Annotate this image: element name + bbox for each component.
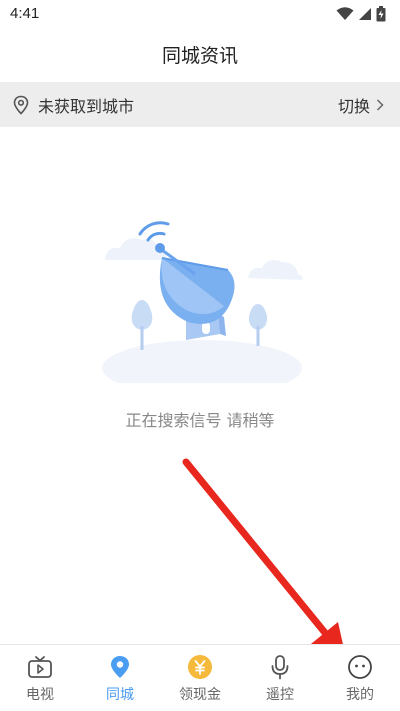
tree-left: [131, 300, 153, 350]
tab-tv[interactable]: 电视: [0, 645, 80, 711]
tab-local[interactable]: 同城: [80, 645, 160, 711]
tree-right: [248, 304, 268, 346]
signal-arc-1: [146, 231, 166, 242]
tab-earn-cash-label: 领现金: [179, 687, 221, 703]
status-bar: 4:41: [0, 0, 400, 28]
switch-city-button[interactable]: 切换: [338, 93, 370, 117]
location-pin-icon: [107, 654, 133, 680]
chevron-right-icon[interactable]: [376, 98, 384, 111]
signal-icon: [359, 8, 371, 20]
tv-icon: [27, 654, 53, 680]
status-icons: [336, 5, 386, 23]
tab-tv-label: 电视: [26, 687, 54, 703]
yen-coin-icon: [187, 654, 213, 680]
page-title: 同城资讯: [161, 44, 238, 67]
wifi-icon: [336, 7, 354, 20]
location-status: 未获取到城市: [38, 96, 135, 116]
location-pin-icon: [13, 95, 29, 115]
tab-mine[interactable]: 我的: [320, 645, 400, 711]
tab-remote[interactable]: 遥控: [240, 645, 320, 711]
tab-remote-label: 遥控: [266, 687, 294, 703]
satellite-dish-illustration: [102, 221, 303, 383]
bottom-tab-bar: 电视 同城 领现金 遥控 我的: [0, 644, 400, 711]
ground: [102, 340, 302, 383]
tab-local-label: 同城: [106, 687, 134, 703]
cloud-right: [248, 260, 303, 280]
microphone-icon: [267, 654, 293, 680]
title-bar: 同城资讯: [0, 28, 400, 80]
status-time: 4:41: [10, 5, 40, 22]
tab-earn-cash[interactable]: 领现金: [160, 645, 240, 711]
searching-status: 正在搜索信号 请稍等: [125, 411, 275, 430]
battery-icon: [376, 6, 386, 22]
location-bar[interactable]: 未获取到城市 切换: [0, 82, 400, 127]
signal-arc-2: [138, 221, 170, 236]
tab-mine-label: 我的: [346, 687, 374, 703]
smiley-face-icon: [347, 654, 373, 680]
